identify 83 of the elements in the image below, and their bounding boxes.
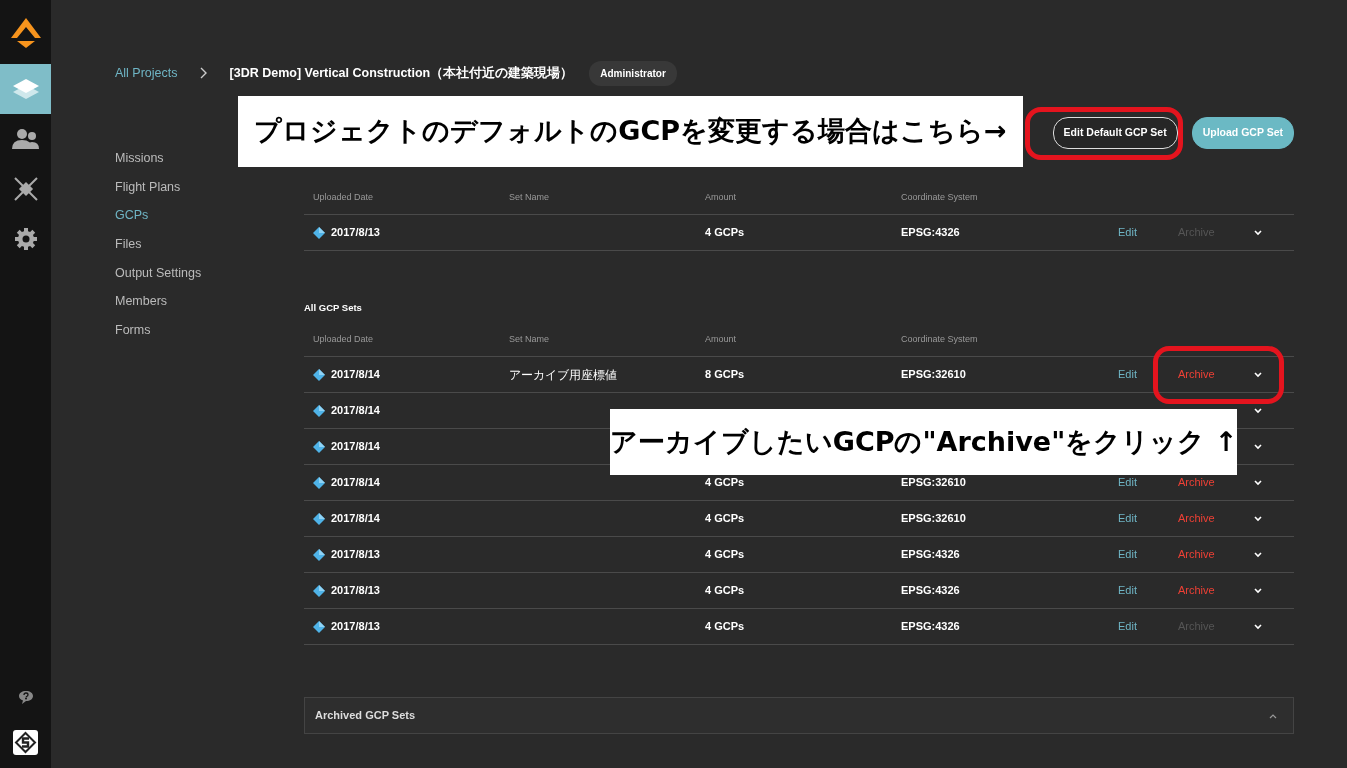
chevron-down-icon[interactable] <box>1254 551 1262 558</box>
gcp-icon <box>313 548 325 561</box>
gcp-icon <box>313 512 325 525</box>
column-header: Set Name <box>509 333 551 346</box>
drone-icon <box>11 175 40 203</box>
annotation-callout: アーカイブしたいGCPの"Archive"をクリック ↑ <box>610 409 1237 475</box>
coordinate-cell-text: EPSG:4326 <box>901 547 960 563</box>
coordinate-cell-text: EPSG:32610 <box>901 367 966 383</box>
coordinate-cell-text: EPSG:4326 <box>901 619 960 635</box>
date-cell-text: 2017/8/13 <box>331 225 380 241</box>
app-logo-icon <box>13 730 38 755</box>
column-header: Uploaded Date <box>313 333 375 346</box>
column-header: Amount <box>705 333 738 346</box>
nav-link[interactable]: Missions <box>115 151 164 166</box>
chevron-right-icon <box>199 67 208 79</box>
annotation-callout: プロジェクトのデフォルトのGCPを変更する場合はこちら→ <box>238 96 1023 167</box>
date-cell-text: 2017/8/14 <box>331 475 380 491</box>
date-cell-text: 2017/8/14 <box>331 439 380 455</box>
archive-link[interactable]: Archive <box>1178 510 1215 527</box>
amount-cell-text: 4 GCPs <box>705 511 745 527</box>
archive-link[interactable]: Archive <box>1178 582 1215 599</box>
coordinate-cell-text: EPSG:4326 <box>901 583 960 599</box>
archive-link[interactable]: Archive <box>1178 366 1215 383</box>
nav-link[interactable]: Forms <box>115 323 151 339</box>
column-header: Set Name <box>509 191 551 204</box>
chevron-down-icon[interactable] <box>1254 229 1262 236</box>
column-header: Coordinate System <box>901 333 979 346</box>
amount-cell-text: 4 GCPs <box>705 475 745 491</box>
archive-link[interactable]: Archive <box>1178 546 1215 563</box>
gcp-icon <box>313 620 325 633</box>
help-icon[interactable] <box>18 691 33 704</box>
date-cell-text: 2017/8/14 <box>331 367 380 383</box>
chevron-down-icon[interactable] <box>1254 623 1262 630</box>
nav-link[interactable]: Output Settings <box>115 265 202 281</box>
coordinate-cell-text: EPSG:32610 <box>901 511 966 527</box>
nav-link[interactable]: Members <box>115 294 168 310</box>
gcp-icon <box>313 584 325 597</box>
coordinate-cell-text: EPSG:32610 <box>901 475 966 491</box>
role-badge: Administrator <box>589 60 677 86</box>
column-header: Uploaded Date <box>313 191 375 204</box>
date-cell-text: 2017/8/13 <box>331 619 380 635</box>
date-cell-text: 2017/8/13 <box>331 583 380 599</box>
edit-link[interactable]: Edit <box>1118 474 1137 491</box>
amount-cell-text: 4 GCPs <box>705 547 745 563</box>
panel-title: Archived GCP Sets <box>315 708 416 724</box>
chevron-down-icon[interactable] <box>1254 587 1262 594</box>
nav-link[interactable]: Files <box>115 237 142 253</box>
gcp-icon <box>313 404 325 417</box>
chevron-down-icon[interactable] <box>1254 515 1262 522</box>
layers-icon <box>11 77 40 101</box>
amount-cell-text: 4 GCPs <box>705 583 745 599</box>
archived-panel[interactable]: Archived GCP Sets <box>304 697 1294 734</box>
amount-cell-text: 4 GCPs <box>705 619 745 635</box>
archive-link[interactable]: Archive <box>1178 474 1215 491</box>
chevron-down-icon[interactable] <box>1254 479 1262 486</box>
breadcrumb-link[interactable]: All Projects <box>115 63 178 83</box>
date-cell-text: 2017/8/13 <box>331 547 380 563</box>
gcp-icon <box>313 440 325 453</box>
chevron-down-icon[interactable] <box>1254 371 1262 378</box>
edit-link[interactable]: Edit <box>1118 582 1137 599</box>
chevron-down-icon[interactable] <box>1254 407 1262 414</box>
gcp-icon <box>313 226 325 239</box>
nav-link[interactable]: GCPs <box>115 208 149 224</box>
edit-default-button[interactable]: Edit Default GCP Set <box>1052 117 1178 149</box>
column-header: Coordinate System <box>901 191 979 204</box>
project-title: [3DR Demo] Vertical Construction（本社付近の建築現場） <box>229 64 574 82</box>
section-title: All GCP Sets <box>304 301 362 315</box>
date-cell-text: 2017/8/14 <box>331 511 380 527</box>
coordinate-cell-text: EPSG:4326 <box>901 225 960 241</box>
gcp-icon <box>313 476 325 489</box>
edit-link[interactable]: Edit <box>1118 510 1137 527</box>
date-cell-text: 2017/8/14 <box>331 403 380 419</box>
edit-link[interactable]: Edit <box>1118 546 1137 563</box>
column-header: Amount <box>705 191 738 204</box>
people-icon <box>11 128 40 150</box>
amount-cell-text: 4 GCPs <box>705 225 745 241</box>
nav-link[interactable]: Flight Plans <box>115 179 181 195</box>
amount-cell-text: 8 GCPs <box>705 367 745 383</box>
settings-icon <box>14 228 37 250</box>
edit-link[interactable]: Edit <box>1118 366 1137 383</box>
set-name-cell-text: アーカイブ用座標値 <box>509 366 617 384</box>
gcp-icon <box>313 368 325 381</box>
chevron-down-icon[interactable] <box>1254 443 1262 450</box>
